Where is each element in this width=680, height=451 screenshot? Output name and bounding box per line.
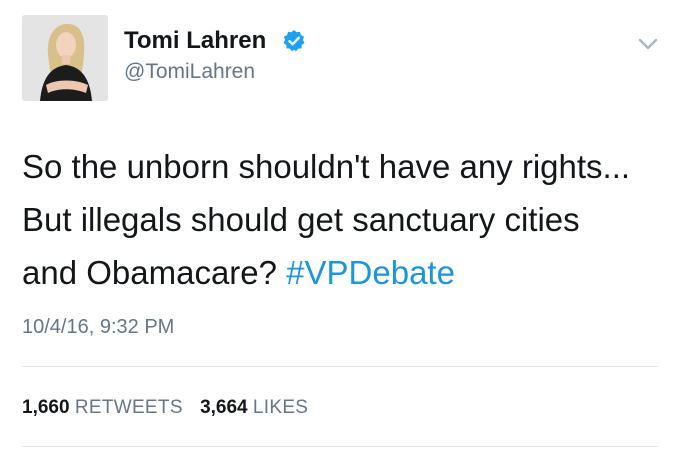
retweets-stat[interactable]: 1,660 RETWEETS (22, 397, 183, 418)
divider (22, 366, 658, 367)
tweet-timestamp[interactable]: 10/4/16, 9:32 PM (22, 316, 174, 339)
verified-badge-icon (283, 30, 305, 52)
tweet-text: So the unborn shouldn't have any rights.… (22, 140, 667, 299)
tweet-stats: 1,660 RETWEETS 3,664 LIKES (22, 397, 320, 419)
retweets-count: 1,660 (22, 397, 70, 418)
tweet-text-segment: and Obamacare? (22, 254, 287, 291)
likes-stat[interactable]: 3,664 LIKES (200, 397, 308, 418)
likes-count: 3,664 (200, 397, 248, 418)
avatar-image (22, 15, 108, 101)
tweet-text-line: and Obamacare? #VPDebate (22, 246, 667, 299)
avatar[interactable] (22, 15, 108, 101)
hashtag-link[interactable]: #VPDebate (286, 254, 455, 291)
author-handle[interactable]: @TomiLahren (124, 60, 255, 84)
retweets-label: RETWEETS (74, 397, 183, 418)
tweet-text-line: So the unborn shouldn't have any rights.… (22, 148, 631, 185)
tweet-text-line: But illegals should get sanctuary cities (22, 201, 580, 238)
likes-label: LIKES (252, 397, 309, 418)
tweet-card: Tomi Lahren @TomiLahren So the unborn sh… (0, 0, 680, 451)
divider (22, 446, 658, 447)
author-name[interactable]: Tomi Lahren (124, 27, 266, 55)
chevron-down-icon[interactable] (636, 36, 660, 52)
